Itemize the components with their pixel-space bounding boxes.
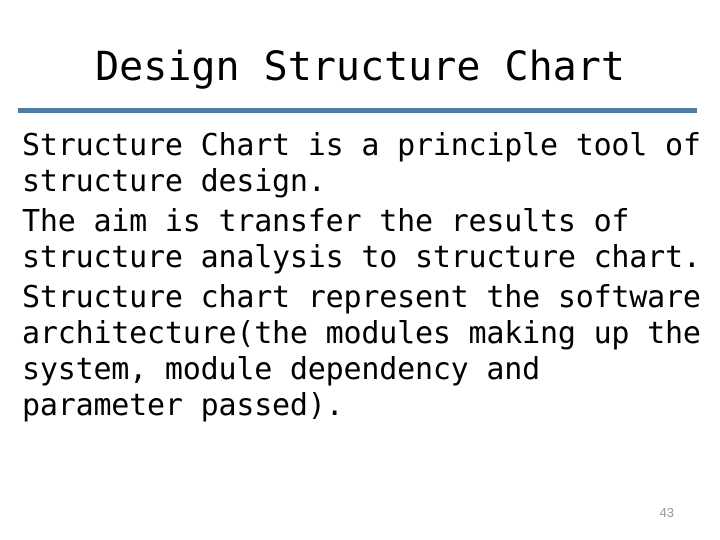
title-divider-rule (18, 108, 697, 113)
slide: Design Structure Chart Structure Chart i… (0, 0, 720, 540)
body-paragraph-definition: Structure Chart is a principle tool of s… (22, 128, 719, 199)
page-number: 43 (659, 505, 674, 520)
body-paragraph-representation: Structure chart represent the software a… (22, 280, 719, 423)
page-title: Design Structure Chart (95, 44, 625, 90)
body-paragraph-aim: The aim is transfer the results of struc… (22, 204, 701, 275)
slide-body: Structure Chart is a principle tool of s… (22, 128, 702, 424)
